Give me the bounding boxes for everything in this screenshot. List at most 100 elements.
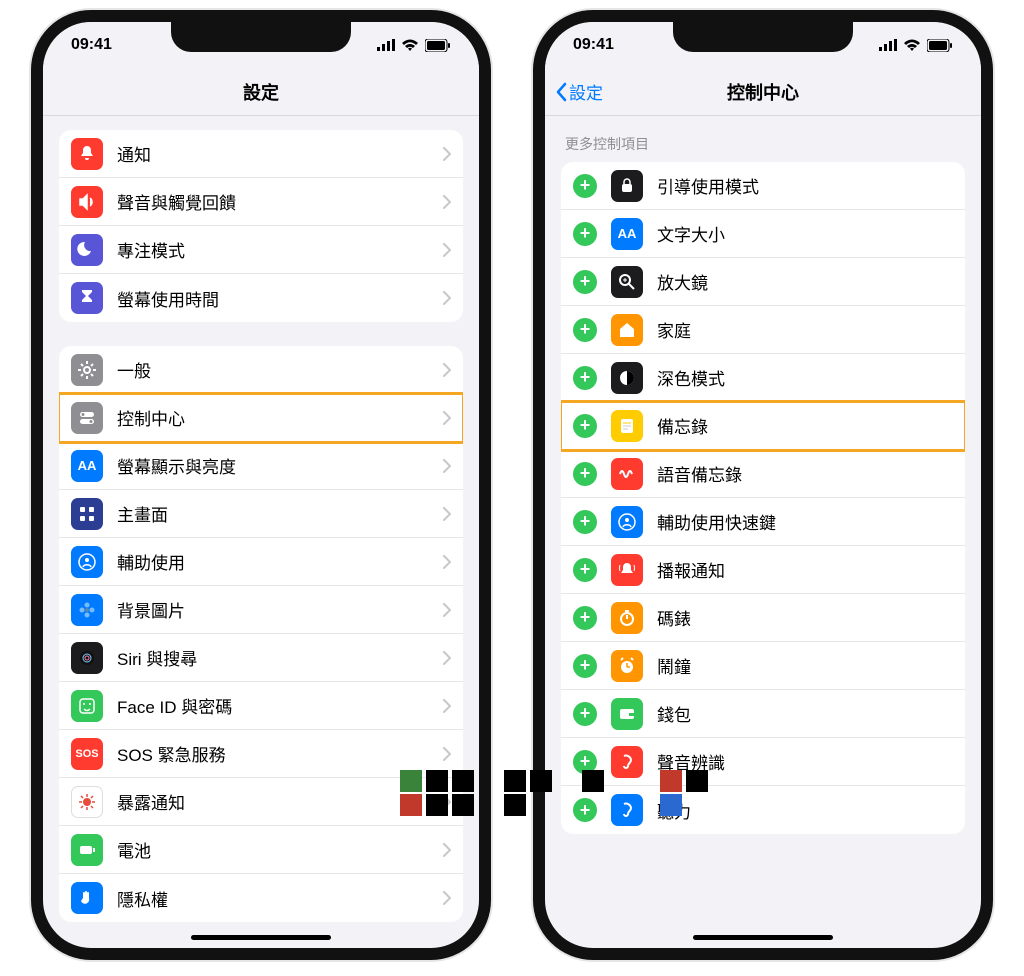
row-voicememo[interactable]: + 語音備忘錄 [561, 450, 965, 498]
row-focus[interactable]: 專注模式 [59, 226, 463, 274]
row-stopwatch[interactable]: + 碼錶 [561, 594, 965, 642]
textsize-icon: AA [611, 218, 643, 250]
control-center-icon [71, 402, 103, 434]
dark-icon [611, 362, 643, 394]
row-label: Siri 與搜尋 [117, 645, 443, 670]
row-notifications[interactable]: 通知 [59, 130, 463, 178]
chevron-right-icon [443, 699, 451, 713]
row-label: 輔助使用 [117, 549, 443, 574]
chevron-right-icon [443, 291, 451, 305]
row-faceid[interactable]: Face ID 與密碼 [59, 682, 463, 730]
row-label: 螢幕顯示與亮度 [117, 453, 443, 478]
row-alarm[interactable]: + 鬧鐘 [561, 642, 965, 690]
privacy-icon [71, 882, 103, 914]
add-button[interactable]: + [573, 702, 597, 726]
settings-scroll[interactable]: 通知聲音與觸覺回饋專注模式螢幕使用時間 一般控制中心 AA 螢幕顯示與亮度主畫面輔助… [43, 116, 479, 948]
add-button[interactable]: + [573, 654, 597, 678]
add-button[interactable]: + [573, 558, 597, 582]
row-label: SOS 緊急服務 [117, 741, 443, 766]
chevron-right-icon [443, 651, 451, 665]
row-label: 語音備忘錄 [657, 461, 953, 486]
chevron-right-icon [443, 411, 451, 425]
row-accessibility[interactable]: 輔助使用 [59, 538, 463, 586]
row-dark[interactable]: + 深色模式 [561, 354, 965, 402]
row-home2[interactable]: + 家庭 [561, 306, 965, 354]
row-display[interactable]: AA 螢幕顯示與亮度 [59, 442, 463, 490]
row-label: 隱私權 [117, 886, 443, 911]
row-label: 控制中心 [117, 405, 443, 430]
chevron-right-icon [443, 147, 451, 161]
row-label: 電池 [117, 837, 443, 862]
page-title: 設定 [243, 79, 279, 105]
shortcuts-icon [611, 506, 643, 538]
row-label: 背景圖片 [117, 597, 443, 622]
pixelated-overlay-2 [400, 794, 708, 816]
add-button[interactable]: + [573, 606, 597, 630]
home-indicator[interactable] [191, 935, 331, 940]
row-guided[interactable]: +引導使用模式 [561, 162, 965, 210]
row-home[interactable]: 主畫面 [59, 490, 463, 538]
chevron-right-icon [443, 891, 451, 905]
chevron-right-icon [443, 243, 451, 257]
add-button[interactable]: + [573, 270, 597, 294]
row-label: 深色模式 [657, 365, 953, 390]
status-icons [879, 39, 953, 52]
row-sounds[interactable]: 聲音與觸覺回饋 [59, 178, 463, 226]
row-magnifier[interactable]: +放大鏡 [561, 258, 965, 306]
faceid-icon [71, 690, 103, 722]
row-label: 螢幕使用時間 [117, 286, 443, 311]
add-button[interactable]: + [573, 414, 597, 438]
add-button[interactable]: + [573, 174, 597, 198]
add-button[interactable]: + [573, 222, 597, 246]
add-button[interactable]: + [573, 510, 597, 534]
row-label: 專注模式 [117, 237, 443, 262]
row-label: 家庭 [657, 317, 953, 342]
announce-icon [611, 554, 643, 586]
add-button[interactable]: + [573, 462, 597, 486]
row-notes[interactable]: + 備忘錄 [561, 402, 965, 450]
row-siri[interactable]: Siri 與搜尋 [59, 634, 463, 682]
row-privacy[interactable]: 隱私權 [59, 874, 463, 922]
row-screentime[interactable]: 螢幕使用時間 [59, 274, 463, 322]
row-label: 鬧鐘 [657, 653, 953, 678]
control-center-scroll[interactable]: 更多控制項目 +引導使用模式+AA文字大小+放大鏡+家庭+深色模式+備忘錄+語音… [545, 116, 981, 948]
row-label: 通知 [117, 141, 443, 166]
status-time: 09:41 [71, 36, 112, 54]
row-label: 備忘錄 [657, 413, 953, 438]
battery-icon [71, 834, 103, 866]
row-control-center[interactable]: 控制中心 [59, 394, 463, 442]
row-textsize[interactable]: +AA文字大小 [561, 210, 965, 258]
chevron-right-icon [443, 603, 451, 617]
add-button[interactable]: + [573, 366, 597, 390]
pixelated-overlay [400, 770, 708, 792]
chevron-right-icon [443, 555, 451, 569]
wifi-icon [401, 39, 419, 52]
notifications-icon [71, 138, 103, 170]
row-wallpaper[interactable]: 背景圖片 [59, 586, 463, 634]
sos-icon: SOS [71, 738, 103, 770]
add-button[interactable]: + [573, 318, 597, 342]
home-icon [71, 498, 103, 530]
settings-group-2: 一般控制中心 AA 螢幕顯示與亮度主畫面輔助使用背景圖片 Siri 與搜尋 Face I… [59, 346, 463, 922]
row-label: 碼錶 [657, 605, 953, 630]
back-button[interactable]: 設定 [555, 68, 603, 115]
nav-bar: 設定 [43, 68, 479, 116]
row-wallet[interactable]: +錢包 [561, 690, 965, 738]
alarm-icon [611, 650, 643, 682]
exposure-icon [71, 786, 103, 818]
home-indicator[interactable] [693, 935, 833, 940]
chevron-right-icon [443, 507, 451, 521]
sounds-icon [71, 186, 103, 218]
status-time: 09:41 [573, 36, 614, 54]
row-announce[interactable]: +播報通知 [561, 546, 965, 594]
row-label: 一般 [117, 357, 443, 382]
wallpaper-icon [71, 594, 103, 626]
row-general[interactable]: 一般 [59, 346, 463, 394]
chevron-right-icon [443, 363, 451, 377]
display-icon: AA [71, 450, 103, 482]
row-shortcuts[interactable]: +輔助使用快速鍵 [561, 498, 965, 546]
notes-icon [611, 410, 643, 442]
phone-right: 09:41 設定 控制中心 更多控制項目 +引導使用模式+AA文字大小+放大鏡+… [533, 10, 993, 960]
row-battery[interactable]: 電池 [59, 826, 463, 874]
more-controls-group: +引導使用模式+AA文字大小+放大鏡+家庭+深色模式+備忘錄+語音備忘錄+輔助使… [561, 162, 965, 834]
